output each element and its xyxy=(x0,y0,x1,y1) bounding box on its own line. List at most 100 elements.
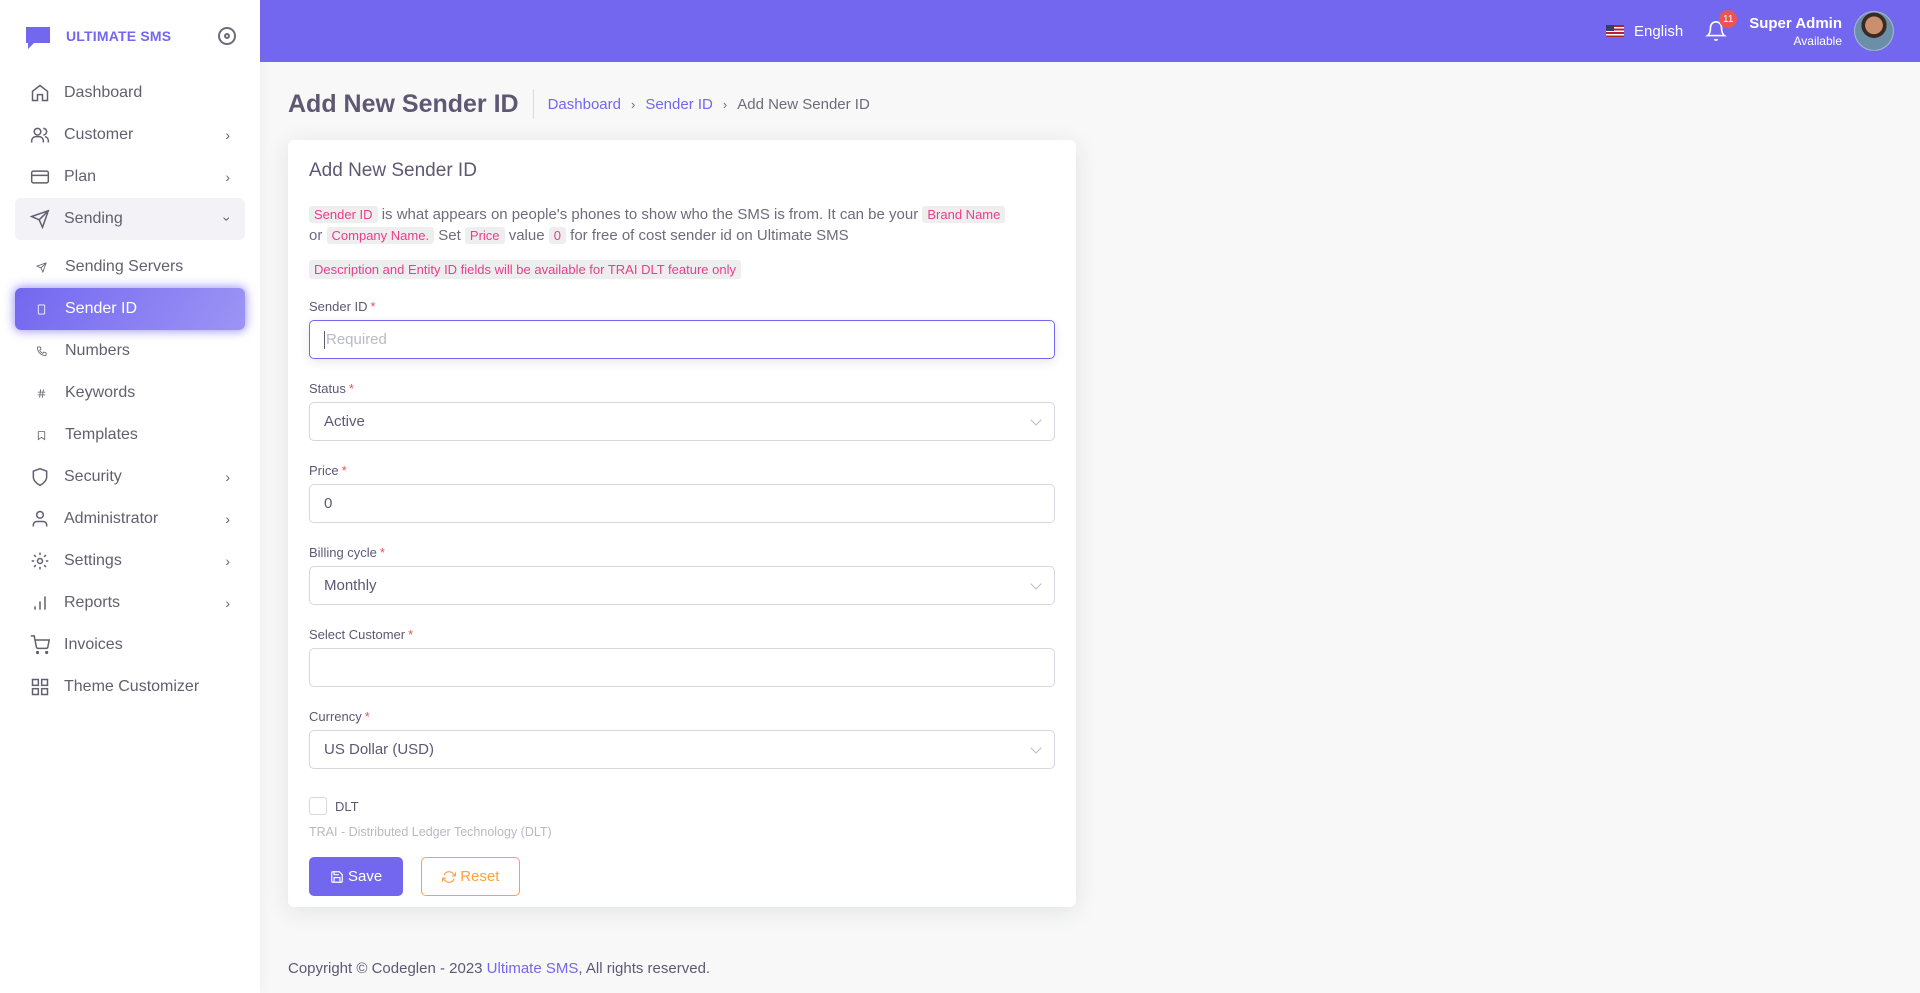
sender-id-input[interactable]: Required xyxy=(309,320,1055,359)
status-label: Status * xyxy=(309,381,354,396)
sidebar-item-numbers[interactable]: Numbers xyxy=(15,330,245,372)
sidebar-item-settings[interactable]: Settings › xyxy=(15,540,245,582)
chevron-right-icon: › xyxy=(225,127,230,143)
breadcrumb-sender-id-link[interactable]: Sender ID xyxy=(645,96,713,113)
intro-text-part: for free of cost sender id on Ultimate S… xyxy=(565,227,849,244)
breadcrumb-current: Add New Sender ID xyxy=(737,95,870,113)
language-dropdown[interactable]: English xyxy=(1606,23,1683,40)
chevron-down-icon: › xyxy=(219,216,236,222)
sidebar-item-sending[interactable]: Sending › xyxy=(15,198,245,240)
code-sender-id: Sender ID xyxy=(309,206,378,223)
status-value: Active xyxy=(324,413,365,430)
sidebar-item-plan[interactable]: Plan › xyxy=(15,156,245,198)
grid-icon xyxy=(30,677,50,697)
bookmark-icon xyxy=(31,425,51,445)
required-mark: * xyxy=(370,299,376,314)
billing-cycle-select[interactable]: Monthly xyxy=(309,566,1055,605)
sidebar-item-label: Templates xyxy=(65,426,138,443)
brand[interactable]: ULTIMATE SMS xyxy=(0,0,260,72)
sidebar-item-security[interactable]: Security › xyxy=(15,456,245,498)
dlt-checkbox[interactable] xyxy=(309,797,327,815)
chevron-right-icon: › xyxy=(225,553,230,569)
credit-card-icon xyxy=(30,167,50,187)
sidebar-item-label: Settings xyxy=(64,552,122,569)
sidebar-item-sender-id[interactable]: Sender ID xyxy=(15,288,245,330)
sidebar-item-dashboard[interactable]: Dashboard xyxy=(15,72,245,114)
sidebar-item-templates[interactable]: Templates xyxy=(15,414,245,456)
price-label: Price * xyxy=(309,463,347,478)
chat-bubble-logo-icon xyxy=(24,25,52,49)
bar-chart-icon xyxy=(30,593,50,613)
price-input[interactable]: 0 xyxy=(309,484,1055,523)
send-icon xyxy=(30,209,50,229)
sidebar-item-sending-servers[interactable]: Sending Servers xyxy=(15,246,245,288)
gear-icon xyxy=(30,551,50,571)
user-name: Super Admin xyxy=(1749,14,1842,32)
sidebar-item-label: Keywords xyxy=(65,384,136,401)
sidebar-item-administrator[interactable]: Administrator › xyxy=(15,498,245,540)
chevron-down-icon xyxy=(1030,414,1042,426)
form-actions: Save Reset xyxy=(309,857,1055,896)
price-group: Price * 0 xyxy=(309,463,1055,523)
sidebar-item-reports[interactable]: Reports › xyxy=(15,582,245,624)
shield-icon xyxy=(30,467,50,487)
sidebar-toggle-icon[interactable] xyxy=(218,27,236,45)
sidebar-item-label: Dashboard xyxy=(64,84,143,101)
sidebar-item-customer[interactable]: Customer › xyxy=(15,114,245,156)
required-mark: * xyxy=(348,381,354,396)
sidebar-item-label: Sender ID xyxy=(65,300,138,317)
dlt-notice: Description and Entity ID fields will be… xyxy=(309,260,741,279)
intro-text: Sender ID is what appears on people's ph… xyxy=(309,204,1055,246)
chevron-right-icon: › xyxy=(225,169,230,185)
notifications-button[interactable]: 11 xyxy=(1705,10,1738,42)
sidebar-item-invoices[interactable]: Invoices xyxy=(15,624,245,666)
sidebar-item-label: Numbers xyxy=(65,342,130,359)
currency-group: Currency * US Dollar (USD) xyxy=(309,709,1055,769)
refresh-icon xyxy=(442,870,457,883)
currency-select[interactable]: US Dollar (USD) xyxy=(309,730,1055,769)
sender-id-placeholder: Required xyxy=(326,331,387,348)
required-mark: * xyxy=(408,627,414,642)
required-mark: * xyxy=(364,709,370,724)
chevron-right-icon: › xyxy=(225,595,230,611)
sidebar-item-label: Customer xyxy=(64,126,134,143)
avatar[interactable] xyxy=(1854,11,1894,51)
shopping-cart-icon xyxy=(30,635,50,655)
sidebar-item-label: Security xyxy=(64,468,122,485)
reset-label: Reset xyxy=(460,868,500,885)
intro-text-part: or xyxy=(309,227,327,244)
billing-cycle-value: Monthly xyxy=(324,577,377,594)
reset-button[interactable]: Reset xyxy=(421,857,521,896)
dlt-label[interactable]: DLT xyxy=(335,799,359,814)
notification-count-badge: 11 xyxy=(1719,10,1738,28)
user-icon xyxy=(30,509,50,529)
language-label: English xyxy=(1634,22,1684,40)
hash-icon xyxy=(31,383,51,403)
footer-link[interactable]: Ultimate SMS xyxy=(487,960,579,977)
intro-text-part: is what appears on people's phones to sh… xyxy=(377,206,923,223)
status-select[interactable]: Active xyxy=(309,402,1055,441)
user-menu[interactable]: Super Admin Available xyxy=(1749,15,1842,48)
sidebar-item-theme-customizer[interactable]: Theme Customizer xyxy=(15,666,245,708)
breadcrumb-dashboard-link[interactable]: Dashboard xyxy=(548,96,621,113)
sidebar-item-label: Sending Servers xyxy=(65,258,184,275)
customer-group: Select Customer * xyxy=(309,627,1055,687)
customer-select[interactable] xyxy=(309,648,1055,687)
chevron-right-icon: › xyxy=(225,511,230,527)
breadcrumb: Dashboard › Sender ID › Add New Sender I… xyxy=(548,96,870,113)
code-price: Price xyxy=(464,227,505,244)
sidebar-item-label: Invoices xyxy=(64,636,123,653)
sender-id-label: Sender ID * xyxy=(309,299,376,314)
main-content: Add New Sender ID Dashboard › Sender ID … xyxy=(288,62,1888,907)
content-header: Add New Sender ID Dashboard › Sender ID … xyxy=(288,62,1888,146)
sidebar-item-label: Plan xyxy=(64,168,97,185)
currency-value: US Dollar (USD) xyxy=(324,741,435,758)
chevron-right-icon: › xyxy=(722,96,728,112)
tablet-icon xyxy=(31,299,51,319)
sidebar-item-label: Theme Customizer xyxy=(64,678,200,695)
code-company-name: Company Name. xyxy=(326,227,435,244)
navbar-right: English 11 Super Admin Available xyxy=(1606,0,1894,62)
sidebar-item-keywords[interactable]: Keywords xyxy=(15,372,245,414)
top-navbar: English 11 Super Admin Available xyxy=(260,0,1920,62)
save-button[interactable]: Save xyxy=(309,857,404,896)
